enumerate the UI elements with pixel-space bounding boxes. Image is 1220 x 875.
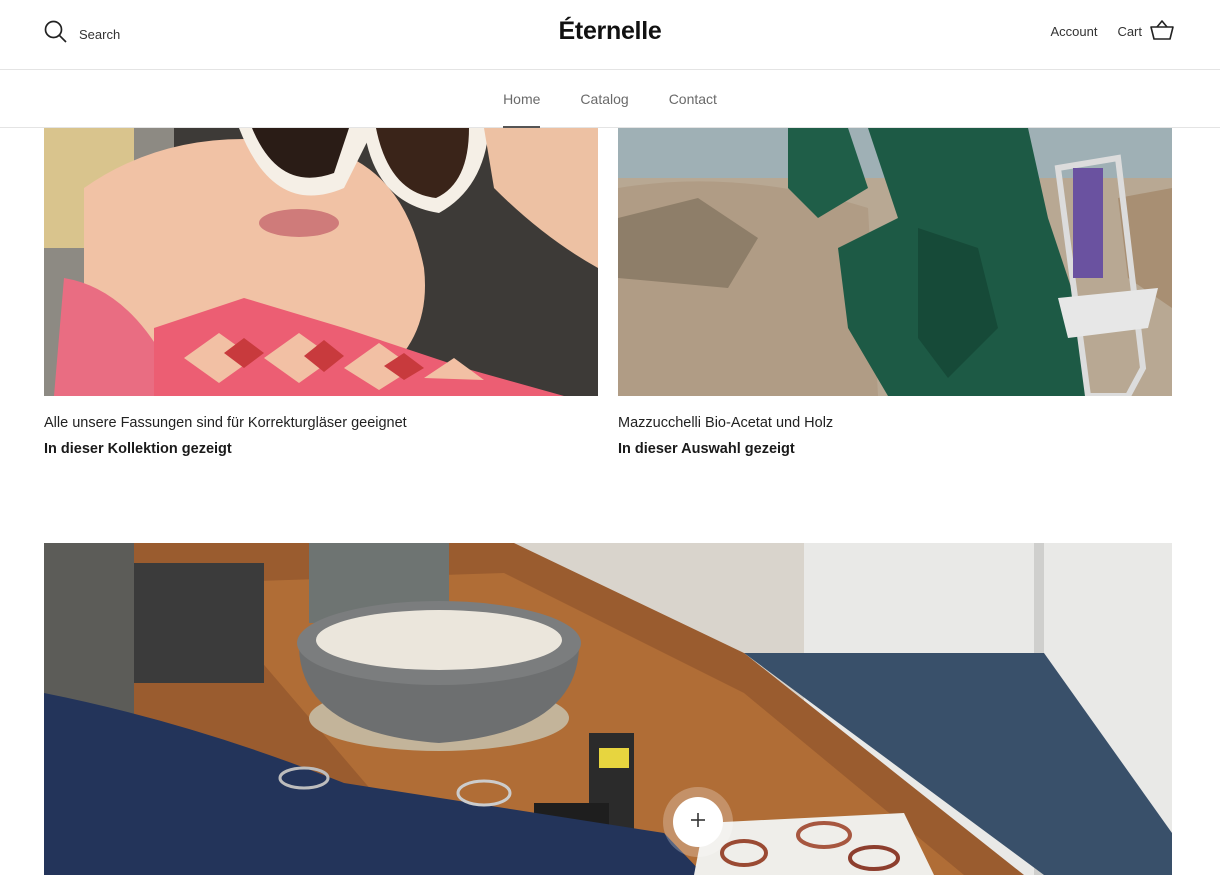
hotspot-button[interactable] — [673, 797, 723, 847]
logo: Éternelle — [0, 17, 1220, 46]
nav-item-catalog[interactable]: Catalog — [580, 70, 628, 128]
nav-item-home[interactable]: Home — [503, 70, 541, 128]
collection-link-2[interactable]: In dieser Auswahl gezeigt — [618, 441, 795, 457]
collection-image-green-suit[interactable] — [618, 128, 1172, 396]
cart-label: Cart — [1117, 24, 1142, 39]
header-actions: Account Cart — [1050, 20, 1174, 43]
collection-title-1: Alle unsere Fassungen sind für Korrektur… — [44, 415, 407, 431]
collection-link-1[interactable]: In dieser Kollektion gezeigt — [44, 441, 232, 457]
banner-image-table — [44, 543, 1172, 875]
collection-image-sunglasses[interactable] — [44, 128, 598, 396]
logo-link[interactable]: Éternelle — [559, 17, 662, 45]
nav-item-contact[interactable]: Contact — [669, 70, 717, 128]
cart-button[interactable]: Cart — [1117, 20, 1174, 43]
collection-title-2: Mazzucchelli Bio-Acetat und Holz — [618, 415, 834, 431]
plus-icon — [691, 812, 705, 832]
basket-icon — [1150, 20, 1174, 43]
main-nav: Home Catalog Contact — [0, 70, 1220, 128]
site-header: Search Éternelle Account Cart — [0, 0, 1220, 70]
account-link[interactable]: Account — [1050, 24, 1097, 39]
